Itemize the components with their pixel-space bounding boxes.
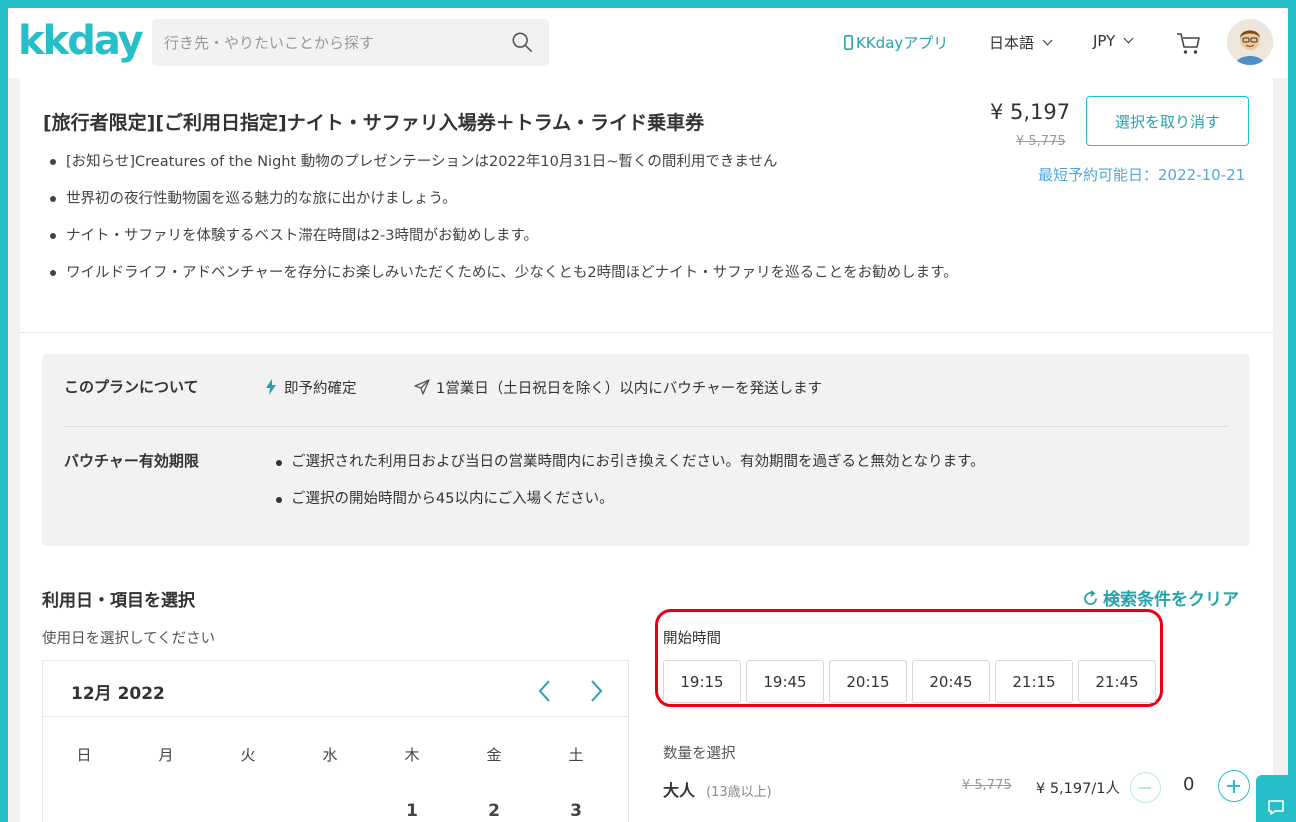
divider <box>43 716 628 717</box>
calendar-day <box>43 801 125 821</box>
cart-icon[interactable] <box>1176 32 1202 56</box>
language-label: 日本語 <box>989 34 1035 52</box>
currency-label: JPY <box>1093 32 1116 50</box>
product-price: ¥ 5,197 <box>990 100 1071 124</box>
quantity-value: 0 <box>1183 774 1195 795</box>
date-hint: 使用日を選択してください <box>42 631 216 647</box>
voucher-validity-label: バウチャー有効期限 <box>64 452 199 470</box>
original-price: ¥ 5,775 <box>1016 134 1066 149</box>
search-icon[interactable] <box>511 31 533 53</box>
search-box[interactable] <box>152 19 549 66</box>
divider <box>20 332 1273 333</box>
calendar-week-row: 1 2 3 <box>43 801 628 821</box>
selection-title: 利用日・項目を選択 <box>42 591 195 611</box>
app-link[interactable]: KKdayアプリ <box>844 32 948 53</box>
weekday-label: 金 <box>486 746 502 764</box>
chat-button[interactable] <box>1256 775 1288 822</box>
calendar-day <box>289 801 371 821</box>
adult-age-note: (13歳以上) <box>706 785 772 800</box>
product-highlights: [お知らせ]Creatures of the Night 動物のプレゼンテーショ… <box>50 150 1000 298</box>
plan-about-label: このプランについて <box>64 378 199 396</box>
weekday-label: 水 <box>322 746 338 764</box>
search-input[interactable] <box>164 19 494 66</box>
time-option-button[interactable]: 21:45 <box>1078 660 1156 703</box>
product-card: [旅行者限定][ご利用日指定]ナイト・サファリ入場券＋トラム・ライド乗車券 [お… <box>20 78 1273 822</box>
weekday-label: 木 <box>404 746 420 764</box>
user-avatar[interactable] <box>1227 19 1273 65</box>
quantity-label: 数量を選択 <box>663 746 736 762</box>
weekday-label: 火 <box>240 746 256 764</box>
calendar-day[interactable]: 1 <box>371 801 453 821</box>
phone-icon <box>844 35 854 50</box>
avatar-icon <box>1227 19 1273 65</box>
cancel-selection-button[interactable]: 選択を取り消す <box>1086 96 1249 146</box>
highlight-item: 世界初の夜行性動物園を巡る魅力的な旅に出かけましょう。 <box>50 187 1000 211</box>
voucher-send-info: 1営業日（土日祝日を除く）以内にバウチャーを発送します <box>414 377 822 398</box>
voucher-send-label: 1営業日（土日祝日を除く）以内にバウチャーを発送します <box>436 381 823 397</box>
decrease-quantity-button[interactable] <box>1130 772 1161 803</box>
instant-confirm-label: 即予約確定 <box>284 381 357 397</box>
chevron-down-icon <box>1042 35 1053 46</box>
clear-filters-link[interactable]: 検索条件をクリア <box>1082 585 1239 610</box>
app-link-label: KKdayアプリ <box>856 34 949 52</box>
calendar-day[interactable]: 2 <box>453 801 535 821</box>
unit-original-price: ¥ 5,775 <box>962 778 1012 793</box>
page-frame: kkday KKdayアプリ 日本語 JPY <box>8 8 1288 822</box>
instant-confirm: 即予約確定 <box>266 377 357 398</box>
time-option-button[interactable]: 19:45 <box>746 660 824 703</box>
chevron-right-icon[interactable] <box>583 679 607 703</box>
product-title: [旅行者限定][ご利用日指定]ナイト・サファリ入場券＋トラム・ライド乗車券 <box>43 112 705 134</box>
calendar-day <box>207 801 289 821</box>
language-select[interactable]: 日本語 <box>989 32 1053 53</box>
currency-select[interactable]: JPY <box>1093 32 1134 50</box>
chevron-down-icon <box>1123 33 1134 44</box>
top-header: kkday KKdayアプリ 日本語 JPY <box>8 8 1288 78</box>
time-option-button[interactable]: 21:15 <box>995 660 1073 703</box>
highlight-item: ナイト・サファリを体験するベスト滞在時間は2-3時間がお勧めします。 <box>50 224 1000 248</box>
highlight-item: [お知らせ]Creatures of the Night 動物のプレゼンテーショ… <box>50 150 1000 174</box>
earliest-booking-date: 最短予約可能日：2022-10-21 <box>1038 166 1246 184</box>
time-option-button[interactable]: 20:15 <box>829 660 907 703</box>
validity-item: ご選択の開始時間から45以内にご入場ください。 <box>276 489 985 509</box>
time-option-button[interactable]: 20:45 <box>912 660 990 703</box>
weekday-label: 日 <box>76 746 92 764</box>
calendar-weekdays: 日 月 火 水 木 金 土 <box>43 744 628 765</box>
time-option-button[interactable]: 19:15 <box>663 660 741 703</box>
clear-filters-label: 検索条件をクリア <box>1103 590 1239 610</box>
validity-item: ご選択された利用日および当日の営業時間内にお引き換えください。有効期間を過ぎると… <box>276 452 985 472</box>
chat-icon <box>1268 800 1284 815</box>
increase-quantity-button[interactable] <box>1218 770 1250 802</box>
calendar-day[interactable]: 3 <box>535 801 617 821</box>
paper-plane-icon <box>414 379 430 395</box>
voucher-validity-list: ご選択された利用日および当日の営業時間内にお引き換えください。有効期間を過ぎると… <box>276 452 985 526</box>
refresh-icon <box>1084 590 1097 605</box>
highlight-item: ワイルドライフ・アドベンチャーを存分にお楽しみいただくために、少なくとも2時間ほ… <box>50 261 1000 285</box>
plan-info-box: このプランについて 即予約確定 1営業日（土日祝日を除く）以内にバウチャーを発送… <box>42 354 1250 546</box>
start-time-options: 19:15 19:45 20:15 20:45 21:15 21:45 <box>663 660 1156 703</box>
calendar-month: 12月 2022 <box>71 684 165 704</box>
divider <box>64 426 1228 427</box>
chevron-left-icon[interactable] <box>534 679 558 703</box>
kkday-logo[interactable]: kkday <box>18 18 144 64</box>
adult-label: 大人 <box>663 781 696 800</box>
calendar: 12月 2022 日 月 火 水 木 金 土 1 2 3 <box>42 660 629 822</box>
lightning-icon <box>266 379 276 395</box>
weekday-label: 土 <box>568 746 584 764</box>
calendar-day <box>125 801 207 821</box>
weekday-label: 月 <box>158 746 174 764</box>
unit-price: ¥ 5,197/1人 <box>1036 781 1120 797</box>
